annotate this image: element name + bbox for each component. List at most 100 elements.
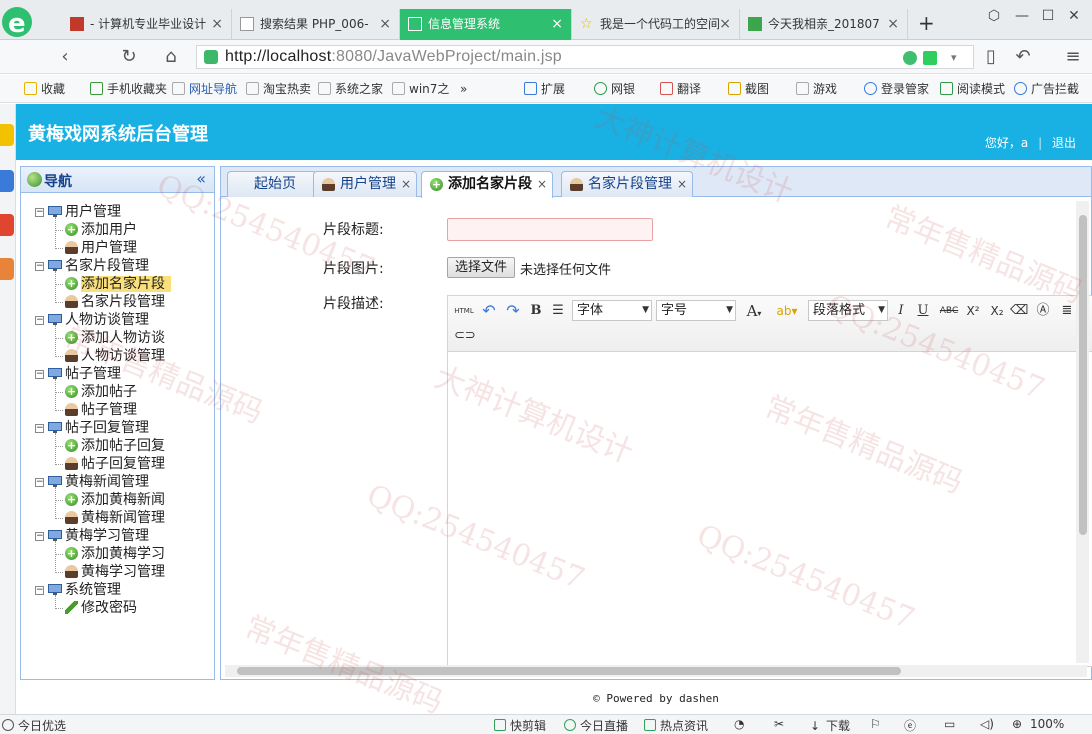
reload-icon[interactable]: ↻ bbox=[118, 46, 140, 68]
tools-icon[interactable]: ✂ bbox=[774, 717, 784, 731]
nav-item[interactable]: 帖子管理 bbox=[21, 401, 214, 419]
nav-group[interactable]: − 帖子管理 bbox=[21, 365, 214, 383]
tab-close-icon[interactable]: × bbox=[719, 9, 731, 39]
tab-close-icon[interactable]: × bbox=[677, 172, 687, 196]
link-icon[interactable]: ⊂⊃ bbox=[454, 326, 476, 346]
clip-title-input[interactable] bbox=[447, 218, 653, 241]
browser-tab-3-active[interactable]: 信息管理系统 × bbox=[400, 9, 572, 40]
tab-close-icon[interactable]: × bbox=[211, 9, 223, 39]
extension-icon[interactable] bbox=[903, 51, 917, 65]
collapse-toggle-icon[interactable]: − bbox=[35, 478, 44, 487]
sound-icon[interactable]: ◁) bbox=[980, 717, 994, 731]
new-tab-button[interactable]: + bbox=[918, 11, 935, 35]
window-icon[interactable]: ▭ bbox=[944, 717, 955, 731]
menu-icon[interactable]: ≡ bbox=[1062, 46, 1084, 68]
more-bookmarks-icon[interactable]: » bbox=[460, 81, 467, 97]
nav-group[interactable]: − 黄梅新闻管理 bbox=[21, 473, 214, 491]
paragraph-format-select[interactable]: 段落格式 ▼ bbox=[808, 300, 888, 321]
tab-home[interactable]: 起始页 bbox=[227, 171, 317, 197]
vertical-scrollbar[interactable] bbox=[1076, 201, 1089, 663]
underline-button[interactable]: U bbox=[916, 301, 930, 321]
redo-icon[interactable]: ↷ bbox=[504, 301, 522, 321]
tab-close-icon[interactable]: × bbox=[887, 9, 899, 39]
scrollbar-thumb[interactable] bbox=[1079, 215, 1087, 535]
back-icon[interactable]: ‹ bbox=[54, 46, 76, 68]
editor-content-area[interactable] bbox=[448, 353, 1092, 666]
align-justify-icon[interactable]: ≣ bbox=[1058, 301, 1076, 321]
bookmark-win7[interactable]: win7之 bbox=[392, 81, 449, 97]
url-input[interactable]: http://localhost:8080/JavaWebProject/mai… bbox=[196, 45, 974, 69]
bold-button[interactable]: B bbox=[528, 301, 544, 321]
zoom-level[interactable]: 100% bbox=[1030, 717, 1064, 731]
status-live[interactable]: 今日直播 bbox=[564, 717, 628, 734]
browser-tab-1[interactable]: - 计算机专业毕业设计 × bbox=[62, 9, 232, 40]
scrollbar-thumb[interactable] bbox=[237, 667, 901, 675]
nav-group[interactable]: − 黄梅学习管理 bbox=[21, 527, 214, 545]
undo-icon[interactable]: ↶ bbox=[480, 301, 498, 321]
nav-group[interactable]: − 用户管理 bbox=[21, 203, 214, 221]
italic-button[interactable]: I bbox=[894, 301, 908, 321]
browser-tab-5[interactable]: 今天我相亲_201807 × bbox=[740, 9, 908, 40]
toolbar-screenshot[interactable]: 截图 bbox=[728, 81, 769, 97]
logout-link[interactable]: 退出 bbox=[1052, 136, 1076, 150]
strikethrough-button[interactable]: ABC bbox=[938, 301, 960, 321]
toolbar-bank[interactable]: 网银 bbox=[594, 81, 635, 97]
browser-tab-2[interactable]: 搜索结果 PHP_006- × bbox=[232, 9, 400, 40]
font-family-select[interactable]: 字体 ▼ bbox=[572, 300, 652, 321]
collapse-toggle-icon[interactable]: − bbox=[35, 316, 44, 325]
browser-tab-4[interactable]: ☆ 我是一个代码工的空间 × bbox=[572, 9, 740, 40]
tab-close-icon[interactable]: × bbox=[379, 9, 391, 39]
subscript-button[interactable]: X₂ bbox=[988, 301, 1006, 321]
collapse-toggle-icon[interactable]: − bbox=[35, 262, 44, 271]
status-today-picks[interactable]: 今日优选 bbox=[2, 717, 66, 734]
nav-item[interactable]: + 添加帖子回复 bbox=[21, 437, 214, 455]
nav-item[interactable]: 黄梅新闻管理 bbox=[21, 509, 214, 527]
bookmark-mobile[interactable]: 手机收藏夹 bbox=[90, 81, 167, 97]
nav-group[interactable]: − 名家片段管理 bbox=[21, 257, 214, 275]
clear-format-icon[interactable]: ⌫ bbox=[1010, 301, 1028, 321]
skin-icon[interactable]: ⬡ bbox=[986, 8, 1002, 24]
toolbar-extend[interactable]: 扩展 bbox=[524, 81, 565, 97]
dropdown-icon[interactable]: ▾ bbox=[951, 51, 965, 65]
nav-item-selected[interactable]: + 添加名家片段 bbox=[21, 275, 214, 293]
toolbar-translate[interactable]: 翻译 bbox=[660, 81, 701, 97]
status-download[interactable]: ↓ 下载 bbox=[810, 717, 850, 734]
font-size-select[interactable]: 字号 ▼ bbox=[656, 300, 736, 321]
collapse-toggle-icon[interactable]: − bbox=[35, 532, 44, 541]
format-brush-icon[interactable]: ☰ bbox=[550, 301, 566, 321]
nav-item[interactable]: 用户管理 bbox=[21, 239, 214, 257]
toolbar-reading-mode[interactable]: 阅读模式 bbox=[940, 81, 1005, 97]
toolbar-login-manager[interactable]: 登录管家 bbox=[864, 81, 929, 97]
nav-item[interactable]: + 添加用户 bbox=[21, 221, 214, 239]
bookmark-taobao[interactable]: 淘宝热卖 bbox=[246, 81, 311, 97]
home-icon[interactable]: ⌂ bbox=[160, 46, 182, 68]
status-quick-edit[interactable]: 快剪辑 bbox=[494, 717, 546, 734]
superscript-button[interactable]: X² bbox=[964, 301, 982, 321]
sidebar-weibo-icon[interactable] bbox=[0, 214, 14, 236]
toolbar-games[interactable]: 游戏 bbox=[796, 81, 837, 97]
nav-item[interactable]: 人物访谈管理 bbox=[21, 347, 214, 365]
remove-format-icon[interactable]: Ⓐ bbox=[1034, 301, 1052, 321]
highlight-color-icon[interactable]: ab▾ bbox=[772, 301, 802, 321]
bookmark-nav[interactable]: 网址导航 bbox=[172, 81, 237, 97]
minimize-icon[interactable]: — bbox=[1014, 8, 1030, 24]
collapse-toggle-icon[interactable]: − bbox=[35, 208, 44, 217]
nav-item[interactable]: + 添加黄梅新闻 bbox=[21, 491, 214, 509]
nav-item[interactable]: 修改密码 bbox=[21, 599, 214, 617]
speed-icon[interactable]: ◔ bbox=[734, 717, 744, 731]
close-window-icon[interactable]: ✕ bbox=[1066, 8, 1082, 24]
html-source-button[interactable]: HTML bbox=[454, 301, 474, 321]
tab-add-clip[interactable]: + 添加名家片段 × bbox=[421, 171, 553, 198]
sidebar-notes-icon[interactable] bbox=[0, 170, 14, 192]
horizontal-scrollbar[interactable] bbox=[225, 665, 1087, 677]
bookmark-icon[interactable]: ▯ bbox=[980, 46, 1002, 68]
nav-group[interactable]: − 帖子回复管理 bbox=[21, 419, 214, 437]
nav-item[interactable]: + 添加帖子 bbox=[21, 383, 214, 401]
nav-item[interactable]: 帖子回复管理 bbox=[21, 455, 214, 473]
sidebar-app-icon[interactable] bbox=[0, 258, 14, 280]
lightning-icon[interactable] bbox=[923, 51, 937, 65]
nav-item[interactable]: + 添加人物访谈 bbox=[21, 329, 214, 347]
nav-item[interactable]: + 添加黄梅学习 bbox=[21, 545, 214, 563]
choose-file-button[interactable]: 选择文件 bbox=[447, 257, 515, 278]
maximize-icon[interactable]: ☐ bbox=[1040, 8, 1056, 24]
